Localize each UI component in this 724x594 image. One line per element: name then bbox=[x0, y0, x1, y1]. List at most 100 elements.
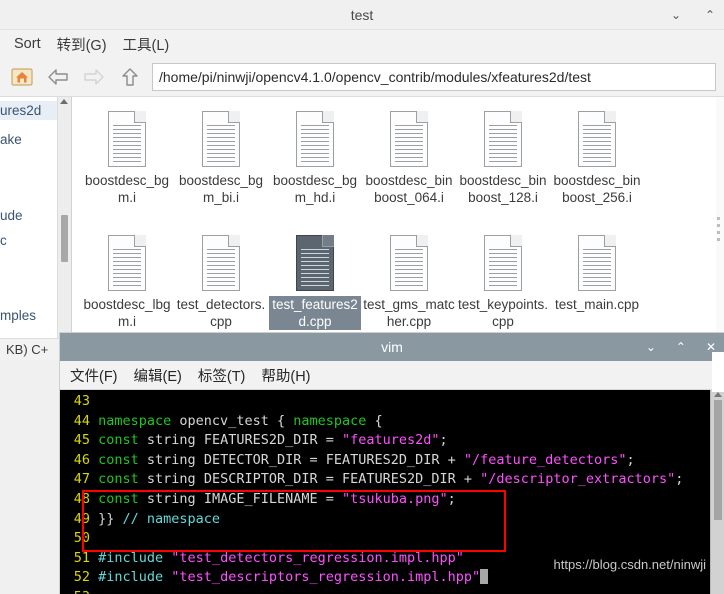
code-line: 45 const string FEATURES2D_DIR = "featur… bbox=[60, 431, 724, 451]
file-item-label: boostdesc_bgm_bi.i bbox=[178, 173, 264, 205]
document-file-icon bbox=[104, 111, 150, 169]
file-manager-titlebar: test ⌄ ⌃ bbox=[0, 0, 724, 30]
back-arrow-icon[interactable] bbox=[44, 63, 72, 91]
scroll-dots-icon bbox=[717, 217, 720, 245]
path-input[interactable]: /home/pi/ninwji/opencv4.1.0/opencv_contr… bbox=[152, 63, 716, 91]
line-number: 43 bbox=[73, 393, 90, 409]
maximize-icon[interactable]: ⌃ bbox=[702, 7, 718, 23]
code-line: 48 const string IMAGE_FILENAME = "tsukub… bbox=[60, 490, 724, 510]
file-item[interactable]: test_keypoints.cpp bbox=[456, 229, 550, 343]
text-cursor bbox=[480, 569, 489, 585]
code-token: }} bbox=[98, 510, 123, 527]
file-item[interactable]: test_main.cpp bbox=[550, 229, 644, 343]
up-arrow-icon[interactable] bbox=[116, 63, 144, 91]
file-item-label: boostdesc_lbgm.i bbox=[83, 297, 171, 329]
vim-title: vim bbox=[381, 339, 403, 355]
file-item[interactable]: boostdesc_bgm_bi.i bbox=[174, 105, 268, 229]
code-line: 43 bbox=[60, 392, 724, 412]
code-token: { bbox=[276, 412, 294, 429]
scroll-up-arrow-icon[interactable] bbox=[60, 99, 68, 104]
menu-go[interactable]: 转到(G) bbox=[57, 34, 107, 55]
status-left-text: KB) C+ bbox=[6, 342, 49, 357]
line-number: 53 bbox=[64, 588, 90, 594]
sidebar-scrollbar[interactable] bbox=[57, 97, 71, 343]
document-file-icon bbox=[292, 111, 338, 169]
line-number: 48 bbox=[73, 490, 90, 507]
code-token: string DESCRIPTOR_DIR = FEATURES2D_DIR + bbox=[146, 471, 481, 488]
vim-menu-file[interactable]: 文件(F) bbox=[70, 365, 118, 386]
vim-menu-tab[interactable]: 标签(T) bbox=[198, 365, 246, 386]
file-item-label: test_gms_matcher.cpp bbox=[363, 297, 455, 329]
vim-terminal[interactable]: 43 44 namespace opencv_test { namespace … bbox=[60, 390, 724, 594]
document-file-icon bbox=[480, 111, 526, 169]
code-token: { bbox=[374, 412, 383, 429]
file-item[interactable]: test_gms_matcher.cpp bbox=[362, 229, 456, 343]
file-manager-title: test bbox=[350, 6, 374, 23]
code-token: const bbox=[98, 471, 147, 488]
vim-menu-help[interactable]: 帮助(H) bbox=[261, 365, 310, 386]
file-item[interactable]: boostdesc_bgm_hd.i bbox=[268, 105, 362, 229]
line-number: 52 bbox=[73, 569, 90, 586]
code-token: #include bbox=[98, 549, 172, 566]
document-file-icon bbox=[198, 235, 244, 293]
vim-menu-edit[interactable]: 编辑(E) bbox=[134, 365, 182, 386]
code-token: opencv_test bbox=[179, 412, 277, 429]
code-token: // namespace bbox=[122, 510, 221, 527]
line-number: 44 bbox=[73, 412, 90, 429]
minimize-icon[interactable]: ⌄ bbox=[646, 341, 656, 353]
maximize-icon[interactable]: ⌃ bbox=[676, 341, 686, 353]
menu-sort[interactable]: Sort bbox=[14, 36, 41, 52]
file-item[interactable]: boostdesc_bgm.i bbox=[80, 105, 174, 229]
document-file-icon bbox=[104, 235, 150, 293]
screen: test ⌄ ⌃ Sort 转到(G) 工具(L) /home/pi/ninwj… bbox=[0, 0, 724, 594]
file-item[interactable]: boostdesc_binboost_064.i bbox=[362, 105, 456, 229]
code-line: 50 bbox=[60, 529, 724, 549]
file-item-label: boostdesc_binboost_064.i bbox=[365, 173, 453, 205]
file-item[interactable]: boostdesc_lbgm.i bbox=[80, 229, 174, 343]
directory-tree-sidebar[interactable]: ures2d ake ude c mples bbox=[0, 97, 72, 343]
file-manager-window-controls: ⌄ ⌃ bbox=[668, 0, 718, 29]
file-item[interactable]: test_detectors.cpp bbox=[174, 229, 268, 343]
menu-tools[interactable]: 工具(L) bbox=[123, 34, 170, 55]
document-file-icon bbox=[574, 111, 620, 169]
file-grid: boostdesc_bgm.i boostdesc_bgm_bi.i boostde… bbox=[72, 97, 724, 343]
vim-scrollbar[interactable] bbox=[710, 390, 724, 594]
home-folder-icon[interactable] bbox=[8, 63, 36, 91]
file-item[interactable]: boostdesc_binboost_256.i bbox=[550, 105, 644, 229]
document-file-icon bbox=[574, 235, 620, 293]
scroll-up-arrow-icon[interactable] bbox=[714, 392, 722, 397]
code-token: namespace bbox=[98, 412, 180, 429]
line-number: 50 bbox=[73, 530, 90, 547]
document-file-icon bbox=[480, 235, 526, 293]
file-item-label: boostdesc_bgm_hd.i bbox=[272, 173, 358, 205]
code-token: namespace bbox=[293, 412, 375, 429]
forward-arrow-icon bbox=[80, 63, 108, 91]
vim-window: vim ⌄ ⌃ ✕ 文件(F) 编辑(E) 标签(T) 帮助(H) 43 44 … bbox=[60, 333, 724, 594]
code-token: const bbox=[98, 490, 147, 507]
code-line: 44 namespace opencv_test { namespace { bbox=[60, 412, 724, 432]
vim-window-controls: ⌄ ⌃ ✕ bbox=[646, 333, 716, 361]
vim-menubar: 文件(F) 编辑(E) 标签(T) 帮助(H) bbox=[60, 361, 724, 390]
file-item[interactable]: boostdesc_binboost_128.i bbox=[456, 105, 550, 229]
content-scroll-gutter[interactable] bbox=[716, 97, 724, 343]
code-token: "features2d" bbox=[342, 432, 440, 449]
file-item[interactable]: test_features2d.cpp bbox=[268, 229, 362, 343]
watermark: https://blog.csdn.net/ninwji bbox=[553, 557, 706, 573]
line-number: 49 bbox=[73, 510, 90, 527]
document-file-icon bbox=[386, 111, 432, 169]
file-manager-toolbar: /home/pi/ninwji/opencv4.1.0/opencv_contr… bbox=[0, 58, 724, 96]
code-token: string FEATURES2D_DIR = bbox=[146, 432, 342, 449]
code-token: ; bbox=[447, 490, 456, 507]
file-item-label: boostdesc_binboost_128.i bbox=[459, 173, 547, 205]
code-token: ; bbox=[439, 432, 448, 449]
file-item-label: boostdesc_binboost_256.i bbox=[553, 173, 641, 205]
document-file-icon bbox=[386, 235, 432, 293]
line-number: 46 bbox=[73, 451, 90, 468]
vim-scrollbar-thumb[interactable] bbox=[714, 400, 722, 520]
file-item-label: boostdesc_bgm.i bbox=[84, 173, 170, 205]
minimize-icon[interactable]: ⌄ bbox=[668, 7, 684, 23]
document-file-icon bbox=[292, 235, 338, 293]
sidebar-scrollbar-thumb[interactable] bbox=[61, 215, 68, 262]
code-token: ; bbox=[675, 471, 684, 488]
code-token: string DETECTOR_DIR = FEATURES2D_DIR + bbox=[146, 451, 464, 468]
